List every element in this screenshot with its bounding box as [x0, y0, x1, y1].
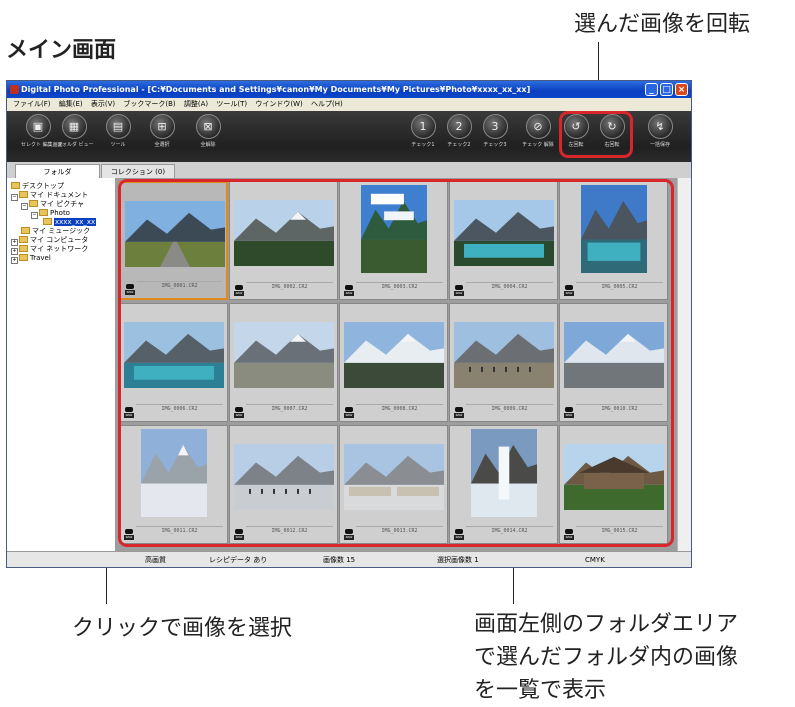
panel-tabs: フォルダ コレクション (0): [7, 162, 691, 178]
tree-item[interactable]: xxxx_xx_xx: [43, 218, 97, 227]
deselect-all-icon: ⊠: [195, 114, 221, 139]
folder-icon: [29, 200, 38, 207]
toolbar-button-check3[interactable]: 3 チェック3: [478, 114, 512, 148]
toolbar-button-label: フォルダ ビュー: [57, 142, 94, 148]
check1-icon: 1: [410, 114, 436, 139]
folder-icon: [19, 245, 28, 252]
tree-item[interactable]: + Travel: [11, 254, 51, 264]
menu-edit[interactable]: 編集(E): [59, 100, 83, 108]
tab-folder[interactable]: フォルダ: [15, 164, 100, 178]
tree-item-label: マイ コンピュータ: [30, 236, 89, 244]
screen-title: メイン画面: [6, 38, 117, 63]
toolbar-button-label: チェック2: [447, 142, 471, 148]
toolbar-button-tool[interactable]: ▤ ツール: [101, 114, 135, 148]
status-recipe: レシピデータ あり: [209, 556, 268, 564]
folder-view-icon: ▦: [61, 114, 87, 139]
status-image-count: 画像数 15: [323, 556, 356, 564]
click-annotation: クリックで画像を選択: [72, 616, 293, 641]
tree-item-label: Photo: [50, 209, 70, 217]
collapse-icon[interactable]: −: [31, 212, 38, 219]
toolbar-button-label: チェック3: [483, 142, 507, 148]
minimize-button[interactable]: _: [645, 83, 658, 96]
collapse-icon[interactable]: −: [21, 203, 28, 210]
tree-item-label: xxxx_xx_xx: [54, 218, 97, 226]
tree-item-label: マイ ドキュメント: [30, 191, 89, 199]
tree-item[interactable]: デスクトップ: [11, 182, 64, 191]
folder-icon: [43, 218, 52, 225]
toolbar-button-folder-view[interactable]: ▦ フォルダ ビュー: [57, 114, 94, 148]
toolbar-button-label: 一括保存: [649, 142, 670, 148]
folder-icon: [21, 227, 30, 234]
toolbar-button-select-all[interactable]: ⊞ 全選択: [145, 114, 179, 148]
toolbar-button-label: 全選択: [154, 142, 170, 148]
batch-save-icon: ↯: [647, 114, 673, 139]
maximize-button[interactable]: □: [660, 83, 673, 96]
toolbar-button-label: チェック1: [411, 142, 435, 148]
folder-icon: [11, 182, 20, 189]
menu-file[interactable]: ファイル(F): [13, 100, 51, 108]
menu-bookmark[interactable]: ブックマーク(B): [123, 100, 175, 108]
check3-icon: 3: [482, 114, 508, 139]
menu-tools[interactable]: ツール(T): [216, 100, 247, 108]
grid-annotation-line: を一覧で表示: [474, 678, 607, 703]
folder-icon: [19, 254, 28, 261]
status-selected-count: 選択画像数 1: [437, 556, 479, 564]
status-color-space: CMYK: [585, 556, 605, 564]
select-all-icon: ⊞: [149, 114, 175, 139]
tree-item-label: マイ ピクチャ: [40, 200, 85, 208]
folder-icon: [19, 191, 28, 198]
menu-window[interactable]: ウインドウ(W): [255, 100, 302, 108]
tab-collection[interactable]: コレクション (0): [101, 164, 175, 178]
rotate-buttons-highlight: [559, 111, 633, 158]
tree-item-label: マイ ミュージック: [32, 227, 91, 235]
title-bar: Digital Photo Professional - [C:¥Documen…: [7, 81, 691, 98]
toolbar-button-batch-save[interactable]: ↯ 一括保存: [643, 114, 677, 148]
expand-icon[interactable]: +: [11, 257, 18, 264]
tool-icon: ▤: [105, 114, 131, 139]
grid-annotation: 画面左側のフォルダエリア で選んだフォルダ内の画像 を一覧で表示: [474, 608, 738, 707]
vertical-scrollbar[interactable]: [677, 178, 691, 551]
rotate-annotation: 選んだ画像を回転: [574, 12, 751, 37]
tree-item-label: マイ ネットワーク: [30, 245, 89, 253]
toolbar-button-label: 全解除: [200, 142, 216, 148]
toolbar-button-label: セレクト 編集画面: [21, 142, 63, 148]
check2-icon: 2: [446, 114, 472, 139]
menu-adjust[interactable]: 調整(A): [184, 100, 208, 108]
tree-item-label: デスクトップ: [22, 182, 64, 190]
menu-view[interactable]: 表示(V): [91, 100, 115, 108]
grid-annotation-line: で選んだフォルダ内の画像: [474, 645, 739, 670]
toolbar-button-check-clear[interactable]: ⊘ チェック 解除: [521, 114, 555, 148]
check-clear-icon: ⊘: [525, 114, 551, 139]
thumbnail-grid-highlight: [118, 179, 674, 547]
status-bar: 高画質 レシピデータ あり 画像数 15 選択画像数 1 CMYK: [7, 551, 691, 567]
toolbar-button-deselect-all[interactable]: ⊠ 全解除: [191, 114, 225, 148]
edit-select-icon: ▣: [25, 114, 51, 139]
collapse-icon[interactable]: −: [11, 194, 18, 201]
menu-bar: ファイル(F) 編集(E) 表示(V) ブックマーク(B) 調整(A) ツール(…: [7, 98, 691, 111]
menu-help[interactable]: ヘルプ(H): [311, 100, 343, 108]
folder-icon: [19, 236, 28, 243]
toolbar-button-label: ツール: [110, 142, 126, 148]
tree-item[interactable]: マイ ミュージック: [21, 227, 90, 236]
toolbar-button-edit-select[interactable]: ▣ セレクト 編集画面: [21, 114, 63, 148]
window-title: Digital Photo Professional - [C:¥Documen…: [21, 85, 531, 94]
toolbar-button-check2[interactable]: 2 チェック2: [442, 114, 476, 148]
toolbar-button-check1[interactable]: 1 チェック1: [406, 114, 440, 148]
toolbar-button-label: チェック 解除: [522, 142, 554, 148]
close-button[interactable]: ×: [675, 83, 688, 96]
folder-icon: [39, 209, 48, 216]
folder-tree: デスクトップ − マイ ドキュメント − マイ ピクチャ − Photo xxxx_xx_xx…: [7, 178, 116, 551]
status-quality: 高画質: [145, 556, 166, 564]
app-icon: [10, 85, 19, 94]
tree-item-label: Travel: [30, 254, 51, 262]
grid-annotation-line: 画面左側のフォルダエリア: [474, 612, 739, 637]
